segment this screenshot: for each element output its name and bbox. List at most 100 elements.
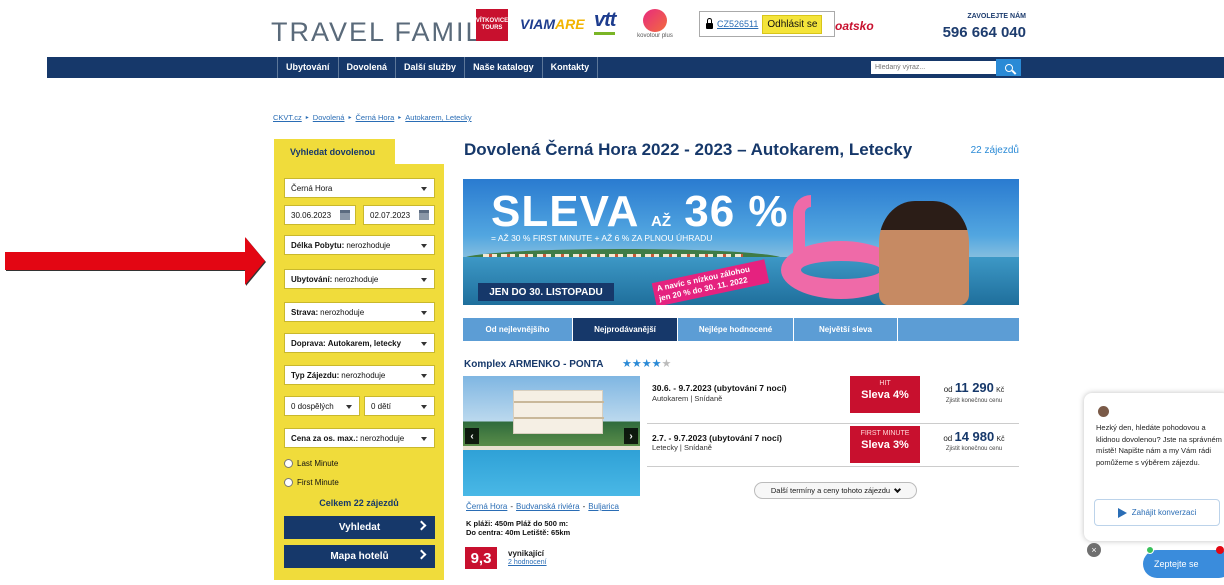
breadcrumb-item[interactable]: CKVT.cz bbox=[273, 113, 302, 122]
hotel-photo[interactable]: ‹ › bbox=[463, 376, 640, 496]
brand-vitkovice-logo[interactable]: VÍTKOVICE TOURS bbox=[476, 9, 508, 41]
total-trips: Celkem 22 zájezdů bbox=[319, 498, 399, 508]
location-link[interactable]: Buljarica bbox=[588, 502, 619, 511]
breadcrumb-item[interactable]: Autokarem, Letecky bbox=[405, 113, 471, 122]
tab-best-selling[interactable]: Nejprodávanější bbox=[573, 318, 678, 341]
login-box: CZ526511 Odhlásit se bbox=[699, 11, 835, 37]
sleva-az: AŽ bbox=[651, 213, 672, 230]
offer-dates[interactable]: 30.6. - 9.7.2023 (ubytování 7 nocí) bbox=[652, 383, 787, 393]
rating-count-link[interactable]: 2 hodnocení bbox=[508, 559, 547, 566]
offer-dates[interactable]: 2.7. - 9.7.2023 (ubytování 7 nocí) bbox=[652, 433, 782, 443]
tab-biggest-discount[interactable]: Největší sleva bbox=[794, 318, 898, 341]
main-navbar bbox=[47, 57, 1224, 78]
more-terms-button[interactable]: Další termíny a ceny tohoto zájezdu bbox=[754, 482, 917, 499]
chevron-down-icon bbox=[421, 405, 427, 409]
site-logo[interactable]: TRAVEL FAMIL bbox=[271, 17, 503, 48]
price-currency: Kč bbox=[996, 436, 1005, 443]
annotation-arrow-body bbox=[5, 252, 245, 270]
offer-divider bbox=[647, 466, 1019, 467]
badge-discount: Sleva 4% bbox=[861, 389, 909, 401]
price-currency: Kč bbox=[996, 387, 1005, 394]
accommodation-select[interactable]: Ubytování: nerozhoduje bbox=[284, 269, 435, 289]
brand-viamare-logo[interactable]: VIAM ARE bbox=[520, 9, 585, 39]
nav-item-kontakty[interactable]: Kontakty bbox=[543, 57, 599, 78]
length-select[interactable]: Délka Pobytu: nerozhoduje bbox=[284, 235, 435, 255]
star-icon: ★ bbox=[651, 358, 662, 370]
sort-tabs: Od nejlevnějšího Nejprodávanější Nejlépe… bbox=[463, 318, 1019, 341]
first-minute-option[interactable]: First Minute bbox=[284, 478, 339, 487]
board-select[interactable]: Strava: nerozhoduje bbox=[284, 302, 435, 322]
children-select[interactable]: 0 dětí bbox=[364, 396, 435, 416]
board-value: nerozhoduje bbox=[320, 307, 365, 317]
facts-line-2: Do centra: 40m Letiště: 65km bbox=[466, 527, 571, 537]
brand-kovotour-logo[interactable]: kovotour plus bbox=[630, 9, 680, 39]
logout-button[interactable]: Odhlásit se bbox=[762, 14, 823, 34]
page-title: Dovolená Černá Hora 2022 - 2023 – Autoka… bbox=[464, 140, 913, 159]
destination-value: Černá Hora bbox=[291, 183, 333, 193]
trip-type-select[interactable]: Typ Zájezdu: nerozhoduje bbox=[284, 365, 435, 385]
logo-text: TRAVEL FAMIL bbox=[271, 17, 483, 47]
chevron-down-icon bbox=[421, 374, 427, 378]
last-minute-option[interactable]: Last Minute bbox=[284, 459, 338, 468]
calendar-icon[interactable] bbox=[340, 210, 350, 220]
region-link[interactable]: oatsko bbox=[835, 19, 874, 33]
chevron-down-icon bbox=[421, 187, 427, 191]
chevron-right-icon bbox=[416, 520, 427, 531]
trip-count: 22 zájezdů bbox=[970, 145, 1019, 156]
date-from-value: 30.06.2023 bbox=[291, 210, 332, 220]
brand-vtt-logo[interactable]: vtt bbox=[594, 9, 616, 35]
start-conversation-label: Zahájit konverzaci bbox=[1131, 508, 1197, 517]
breadcrumb-item[interactable]: Černá Hora bbox=[356, 113, 395, 122]
user-id-link[interactable]: CZ526511 bbox=[717, 19, 758, 29]
location-link[interactable]: Černá Hora bbox=[466, 502, 507, 511]
destination-select[interactable]: Černá Hora bbox=[284, 178, 435, 198]
nav-item-dovolena[interactable]: Dovolená bbox=[339, 57, 397, 78]
search-input[interactable] bbox=[871, 61, 996, 74]
length-value: nerozhoduje bbox=[346, 240, 391, 250]
annotation-arrow-head bbox=[245, 237, 265, 285]
chevron-down-icon bbox=[894, 485, 902, 493]
hotel-map-button[interactable]: Mapa hotelů bbox=[284, 545, 435, 568]
breadcrumb-item[interactable]: Dovolená bbox=[313, 113, 345, 122]
last-minute-radio[interactable] bbox=[284, 459, 293, 468]
offer-check-price[interactable]: Zjistit konečnou cenu bbox=[930, 446, 1018, 452]
offer-price[interactable]: od 14 980 Kč bbox=[930, 429, 1018, 444]
photo-next-icon[interactable]: › bbox=[624, 428, 638, 444]
board-label: Strava: bbox=[291, 307, 319, 317]
hotel-name[interactable]: Komplex ARMENKO - PONTA bbox=[464, 359, 603, 370]
offer-check-price[interactable]: Zjistit konečnou cenu bbox=[930, 398, 1018, 404]
nav-item-ubytovani[interactable]: Ubytování bbox=[277, 57, 339, 78]
transport-select[interactable]: Doprava: Autokarem, letecky bbox=[284, 333, 435, 353]
date-to-field[interactable]: 02.07.2023 bbox=[363, 205, 435, 225]
trip-type-label: Typ Zájezdu: bbox=[291, 370, 340, 380]
photo-prev-icon[interactable]: ‹ bbox=[465, 428, 479, 444]
length-label: Délka Pobytu: bbox=[291, 240, 345, 250]
children-value: 0 dětí bbox=[371, 401, 392, 411]
chevron-down-icon bbox=[346, 405, 352, 409]
phone-number[interactable]: 596 664 040 bbox=[936, 24, 1026, 41]
location-link[interactable]: Budvanská riviéra bbox=[516, 502, 580, 511]
price-select[interactable]: Cena za os. max.: nerozhoduje bbox=[284, 428, 435, 448]
calendar-icon[interactable] bbox=[419, 210, 429, 220]
search-tab[interactable]: Vyhledat dovolenou bbox=[274, 139, 395, 164]
notification-badge bbox=[1216, 546, 1224, 554]
star-icon: ★ bbox=[631, 358, 642, 370]
start-conversation-button[interactable]: Zahájit konverzaci bbox=[1094, 499, 1220, 526]
price-value: 11 290 bbox=[954, 380, 994, 395]
close-icon[interactable]: × bbox=[1087, 543, 1101, 557]
pool-edge bbox=[463, 446, 640, 450]
search-button[interactable] bbox=[996, 59, 1021, 76]
first-minute-radio[interactable] bbox=[284, 478, 293, 487]
nav-item-katalogy[interactable]: Naše katalogy bbox=[465, 57, 543, 78]
tab-best-rated[interactable]: Nejlépe hodnocené bbox=[678, 318, 794, 341]
promo-banner[interactable]: SLEVA AŽ 36 % = AŽ 30 % FIRST MINUTE + A… bbox=[463, 179, 1019, 305]
chat-bubble-button[interactable]: Zeptejte se bbox=[1143, 550, 1224, 578]
last-minute-label: Last Minute bbox=[297, 459, 339, 468]
offer-price[interactable]: od 11 290 Kč bbox=[930, 380, 1018, 395]
nav-item-dalsi-sluzby[interactable]: Další služby bbox=[396, 57, 466, 78]
search-submit-button[interactable]: Vyhledat bbox=[284, 516, 435, 539]
date-from-field[interactable]: 30.06.2023 bbox=[284, 205, 356, 225]
tab-cheapest[interactable]: Od nejlevnějšího bbox=[463, 318, 573, 341]
rating-score: 9,3 bbox=[465, 547, 497, 569]
adults-select[interactable]: 0 dospělých bbox=[284, 396, 360, 416]
